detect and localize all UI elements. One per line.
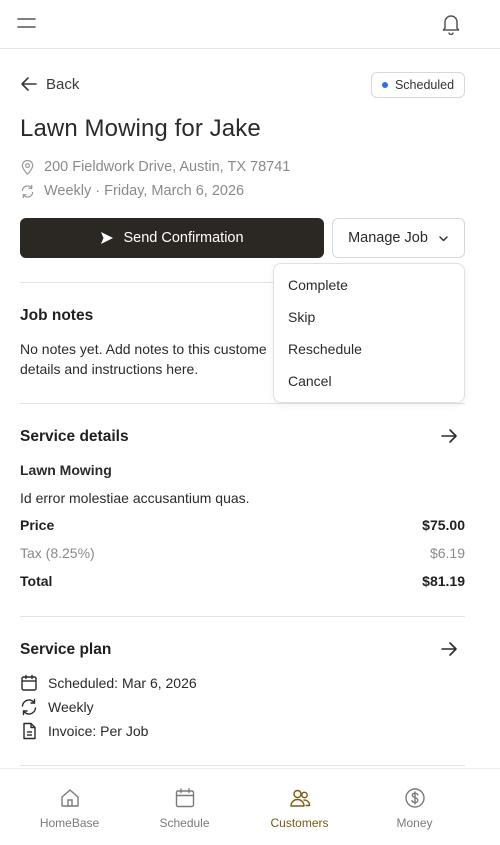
send-confirmation-label: Send Confirmation bbox=[123, 230, 244, 246]
status-dot bbox=[381, 82, 388, 88]
calendar-icon bbox=[175, 788, 194, 808]
plan-scheduled-text: Scheduled: Mar 6, 2026 bbox=[48, 675, 197, 691]
location-pin-icon bbox=[21, 159, 34, 175]
recurrence-text: Weekly · Friday, March 6, 2026 bbox=[44, 183, 245, 199]
customers-icon bbox=[289, 789, 310, 807]
tax-label: Tax (8.25%) bbox=[20, 545, 95, 561]
total-row: Total $81.19 bbox=[20, 573, 465, 589]
plan-frequency-row: Weekly bbox=[20, 698, 94, 716]
price-value: $75.00 bbox=[422, 517, 465, 533]
top-bar bbox=[0, 0, 500, 49]
price-label: Price bbox=[20, 517, 55, 533]
job-recurrence: Weekly · Friday, March 6, 2026 bbox=[20, 183, 244, 199]
service-details-title: Service details bbox=[20, 428, 129, 445]
price-row: Price $75.00 bbox=[20, 517, 465, 533]
divider bbox=[20, 765, 465, 766]
service-plan-title: Service plan bbox=[20, 641, 112, 658]
bell-icon[interactable] bbox=[441, 13, 461, 35]
plan-invoice-text: Invoice: Per Job bbox=[48, 723, 149, 739]
dollar-icon bbox=[404, 788, 425, 808]
page-title: Lawn Mowing for Jake bbox=[20, 115, 261, 142]
nav-label-money: Money bbox=[396, 816, 433, 830]
job-notes-title: Job notes bbox=[20, 307, 94, 324]
calendar-icon bbox=[21, 674, 37, 691]
total-value: $81.19 bbox=[422, 573, 465, 589]
arrow-right-icon[interactable] bbox=[440, 640, 458, 658]
divider bbox=[20, 616, 465, 617]
address-text: 200 Fieldwork Drive, Austin, TX 78741 bbox=[44, 159, 291, 175]
menu-item-skip[interactable]: Skip bbox=[288, 309, 315, 325]
status-label: Scheduled bbox=[394, 78, 455, 92]
chevron-down-icon bbox=[439, 235, 448, 241]
menu-item-complete[interactable]: Complete bbox=[288, 277, 348, 293]
menu-item-cancel[interactable]: Cancel bbox=[288, 373, 332, 389]
total-label: Total bbox=[20, 573, 53, 589]
home-icon bbox=[60, 789, 79, 807]
tax-row: Tax (8.25%) $6.19 bbox=[20, 545, 465, 561]
plan-invoice-row: Invoice: Per Job bbox=[20, 722, 148, 740]
nav-item-customers[interactable]: Customers bbox=[242, 769, 357, 845]
invoice-document-icon bbox=[23, 722, 36, 740]
back-label: Back bbox=[46, 75, 80, 93]
send-icon bbox=[101, 232, 114, 244]
manage-job-label: Manage Job bbox=[348, 230, 428, 246]
bottom-navigation: HomeBase Schedule Customers Money bbox=[0, 768, 500, 845]
nav-item-schedule[interactable]: Schedule bbox=[127, 769, 242, 845]
arrow-left-icon bbox=[21, 77, 37, 91]
nav-label-schedule: Schedule bbox=[159, 816, 210, 830]
service-description: Id error molestiae accusantium quas. bbox=[20, 490, 250, 506]
divider bbox=[20, 403, 465, 404]
nav-item-money[interactable]: Money bbox=[357, 769, 472, 845]
repeat-icon bbox=[21, 184, 34, 198]
nav-item-homebase[interactable]: HomeBase bbox=[12, 769, 127, 845]
tax-value: $6.19 bbox=[429, 545, 465, 561]
hamburger-menu-icon[interactable] bbox=[17, 16, 37, 32]
job-notes-text-line2: details and instructions here. bbox=[20, 361, 199, 377]
send-confirmation-button[interactable]: Send Confirmation bbox=[20, 218, 324, 258]
plan-frequency-text: Weekly bbox=[48, 699, 94, 715]
plan-scheduled-row: Scheduled: Mar 6, 2026 bbox=[20, 674, 197, 692]
service-name: Lawn Mowing bbox=[20, 462, 112, 478]
manage-job-button[interactable]: Manage Job bbox=[332, 218, 465, 258]
menu-item-reschedule[interactable]: Reschedule bbox=[288, 341, 362, 357]
nav-label-homebase: HomeBase bbox=[39, 816, 100, 830]
arrow-right-icon[interactable] bbox=[440, 427, 458, 445]
job-notes-text-line1: No notes yet. Add notes to this custome bbox=[20, 341, 267, 357]
nav-label-customers: Customers bbox=[270, 816, 329, 830]
job-address: 200 Fieldwork Drive, Austin, TX 78741 bbox=[20, 159, 290, 175]
manage-job-menu: Complete Skip Reschedule Cancel bbox=[273, 263, 465, 403]
back-button[interactable]: Back bbox=[20, 75, 79, 93]
status-badge: Scheduled bbox=[371, 72, 465, 98]
repeat-icon bbox=[21, 698, 37, 716]
